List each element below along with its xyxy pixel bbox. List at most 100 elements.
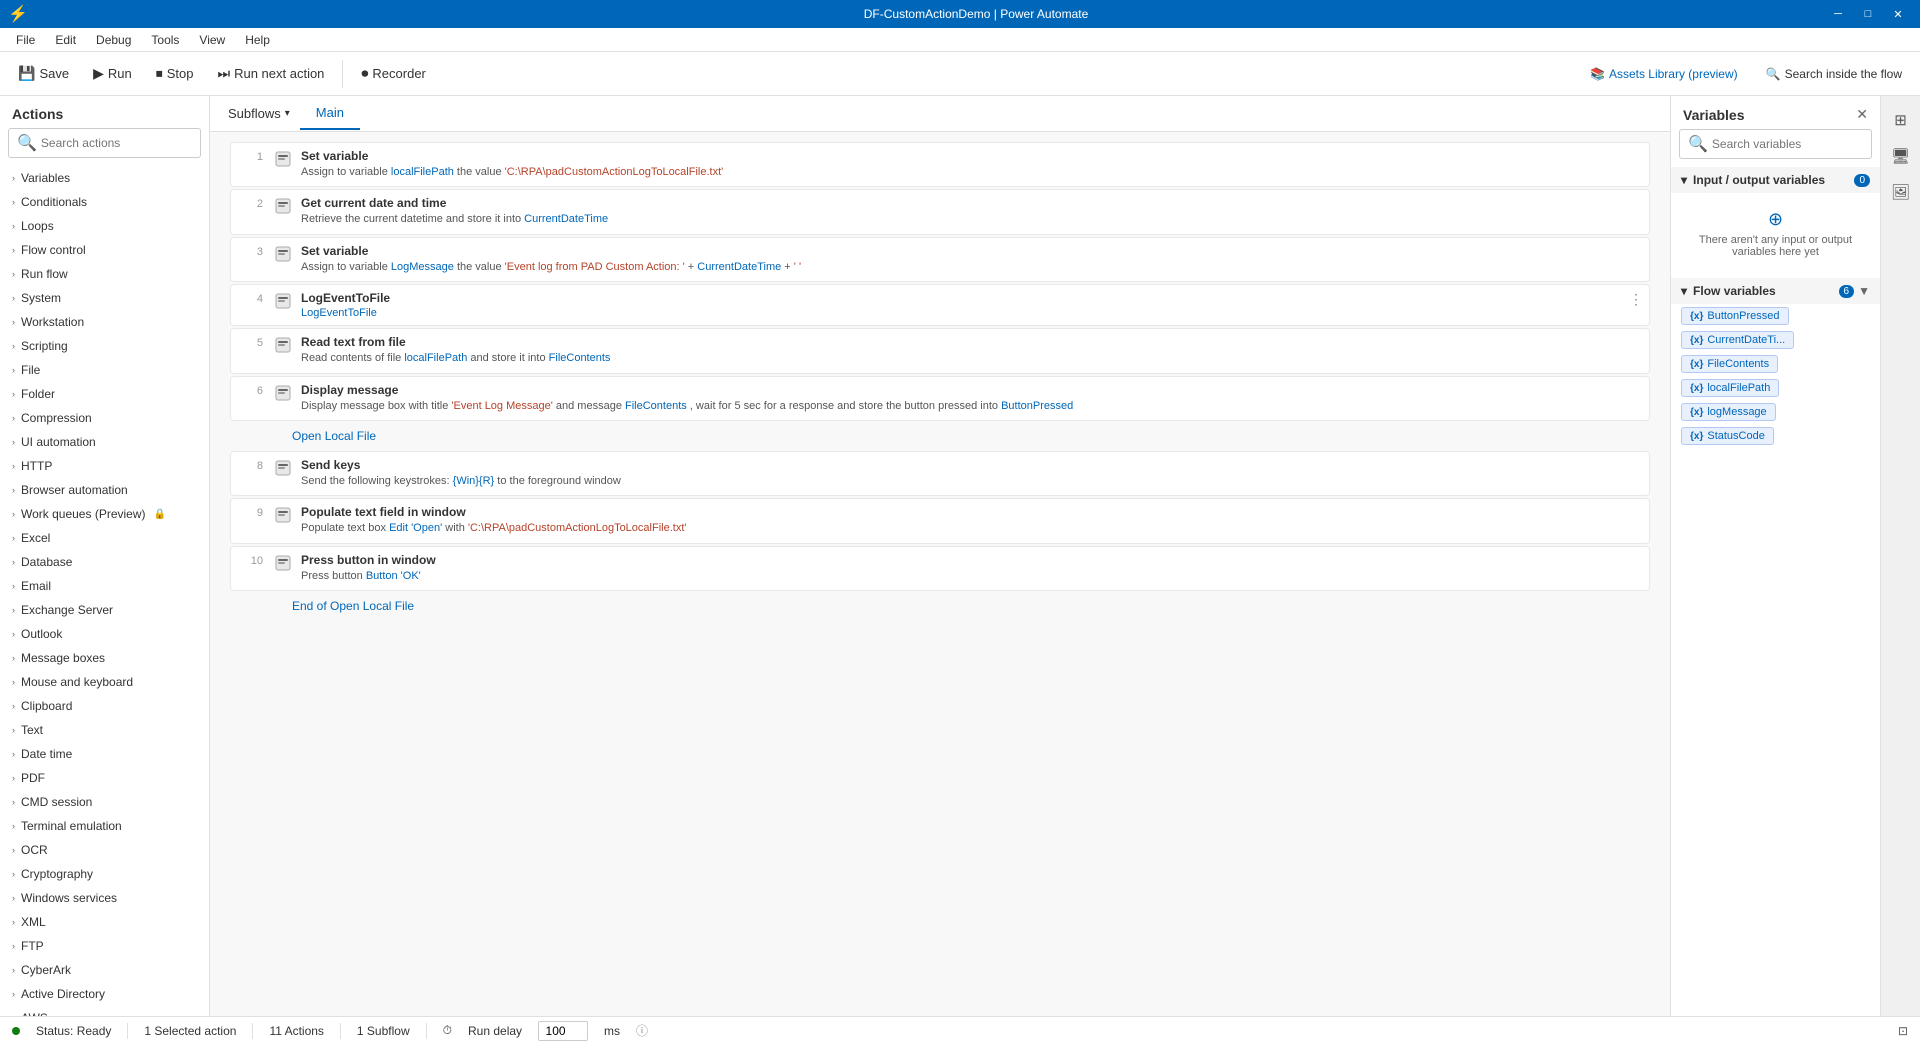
flow-action-row[interactable]: 3 Set variable Assign to variable LogMes…	[230, 237, 1650, 282]
flow-variable-item[interactable]: {x}CurrentDateTi...	[1681, 331, 1794, 349]
flow-action-row[interactable]: 6 Display message Display message box wi…	[230, 376, 1650, 421]
action-category-cryptography[interactable]: › Cryptography	[0, 862, 209, 886]
menu-file[interactable]: File	[8, 31, 43, 49]
assets-library-button[interactable]: 📚 Assets Library (preview)	[1580, 63, 1748, 85]
action-category-http[interactable]: › HTTP	[0, 454, 209, 478]
action-category-windows-services[interactable]: › Windows services	[0, 886, 209, 910]
action-category-loops[interactable]: › Loops	[0, 214, 209, 238]
menu-help[interactable]: Help	[237, 31, 278, 49]
category-label: Excel	[21, 531, 50, 545]
flow-action-row[interactable]: 8 Send keys Send the following keystroke…	[230, 451, 1650, 496]
maximize-button[interactable]: □	[1854, 0, 1882, 28]
category-label: Active Directory	[21, 987, 105, 1001]
actions-search-box[interactable]: 🔍	[8, 128, 201, 158]
category-label: Email	[21, 579, 51, 593]
search-variables-input[interactable]	[1712, 137, 1867, 151]
action-category-ftp[interactable]: › FTP	[0, 934, 209, 958]
close-button[interactable]: ✕	[1884, 0, 1912, 28]
flow-action-row[interactable]: 10 Press button in window Press button B…	[230, 546, 1650, 591]
run-next-button[interactable]: ⏭ Run next action	[207, 61, 334, 86]
category-label: OCR	[21, 843, 48, 857]
action-category-scripting[interactable]: › Scripting	[0, 334, 209, 358]
search-actions-input[interactable]	[41, 136, 196, 150]
action-title: Display message	[301, 383, 1641, 397]
variables-close-button[interactable]: ✕	[1856, 106, 1868, 123]
category-label: FTP	[21, 939, 44, 953]
action-category-conditionals[interactable]: › Conditionals	[0, 190, 209, 214]
chevron-right-icon: ›	[12, 821, 15, 831]
action-category-system[interactable]: › System	[0, 286, 209, 310]
action-category-workstation[interactable]: › Workstation	[0, 310, 209, 334]
search-flow-button[interactable]: 🔍 Search inside the flow	[1756, 63, 1912, 85]
menu-view[interactable]: View	[191, 31, 233, 49]
flow-action-row[interactable]: 2 Get current date and time Retrieve the…	[230, 189, 1650, 234]
recorder-button[interactable]: ⏺ Recorder	[351, 61, 435, 86]
variables-search-box[interactable]: 🔍	[1679, 129, 1872, 159]
category-label: UI automation	[21, 435, 96, 449]
action-category-ui-automation[interactable]: › UI automation	[0, 430, 209, 454]
category-label: Variables	[21, 171, 70, 185]
action-category-pdf[interactable]: › PDF	[0, 766, 209, 790]
action-category-browser-automation[interactable]: › Browser automation	[0, 478, 209, 502]
zoom-fit-icon[interactable]: ⊡	[1898, 1024, 1908, 1038]
action-title: Populate text field in window	[301, 505, 1641, 519]
flow-action-row[interactable]: 1 Set variable Assign to variable localF…	[230, 142, 1650, 187]
action-category-file[interactable]: › File	[0, 358, 209, 382]
action-category-text[interactable]: › Text	[0, 718, 209, 742]
action-category-mouse-and-keyboard[interactable]: › Mouse and keyboard	[0, 670, 209, 694]
flow-variables-label: Flow variables	[1693, 284, 1776, 298]
variables-panel-toggle[interactable]: ⊞	[1885, 104, 1917, 136]
flow-variable-item[interactable]: {x}ButtonPressed	[1681, 307, 1789, 325]
action-category-excel[interactable]: › Excel	[0, 526, 209, 550]
action-category-compression[interactable]: › Compression	[0, 406, 209, 430]
chevron-right-icon: ›	[12, 677, 15, 687]
action-category-database[interactable]: › Database	[0, 550, 209, 574]
flow-variable-item[interactable]: {x}logMessage	[1681, 403, 1776, 421]
menu-tools[interactable]: Tools	[143, 31, 187, 49]
chevron-right-icon: ›	[12, 341, 15, 351]
minimize-button[interactable]: ─	[1824, 0, 1852, 28]
images-button[interactable]: 🖼	[1885, 176, 1917, 208]
action-category-date-time[interactable]: › Date time	[0, 742, 209, 766]
flow-variables-header[interactable]: ▾ Flow variables 6 ▼	[1671, 278, 1880, 304]
action-category-message-boxes[interactable]: › Message boxes	[0, 646, 209, 670]
action-category-ocr[interactable]: › OCR	[0, 838, 209, 862]
flow-variable-item[interactable]: {x}localFilePath	[1681, 379, 1779, 397]
action-category-active-directory[interactable]: › Active Directory	[0, 982, 209, 1006]
action-category-terminal-emulation[interactable]: › Terminal emulation	[0, 814, 209, 838]
tab-main[interactable]: Main	[300, 97, 360, 130]
chevron-right-icon: ›	[12, 173, 15, 183]
action-category-run-flow[interactable]: › Run flow	[0, 262, 209, 286]
input-output-header[interactable]: ▾ Input / output variables 0	[1671, 167, 1880, 193]
action-more-button[interactable]: ⋮	[1629, 291, 1643, 308]
run-delay-help-icon[interactable]: ⓘ	[636, 1022, 648, 1039]
flow-action-row[interactable]: 4 LogEventToFile LogEventToFile ⋮	[230, 284, 1650, 326]
action-category-exchange-server[interactable]: › Exchange Server	[0, 598, 209, 622]
action-category-folder[interactable]: › Folder	[0, 382, 209, 406]
menu-edit[interactable]: Edit	[47, 31, 84, 49]
flow-variable-item[interactable]: {x}StatusCode	[1681, 427, 1774, 445]
action-category-outlook[interactable]: › Outlook	[0, 622, 209, 646]
action-category-flow-control[interactable]: › Flow control	[0, 238, 209, 262]
action-category-email[interactable]: › Email	[0, 574, 209, 598]
flow-label-7[interactable]: Open Local File	[230, 423, 1650, 449]
chevron-right-icon: ›	[12, 629, 15, 639]
menu-debug[interactable]: Debug	[88, 31, 139, 49]
run-button[interactable]: ▶ Run	[83, 61, 142, 86]
subflows-button[interactable]: Subflows ▾	[218, 102, 300, 125]
action-category-cyberark[interactable]: › CyberArk	[0, 958, 209, 982]
action-category-cmd-session[interactable]: › CMD session	[0, 790, 209, 814]
flow-action-row[interactable]: 5 Read text from file Read contents of f…	[230, 328, 1650, 373]
stop-button[interactable]: ⏹ Stop	[146, 61, 204, 86]
action-category-work-queues-(preview)[interactable]: › Work queues (Preview) 🔒	[0, 502, 209, 526]
run-delay-input[interactable]	[538, 1021, 588, 1041]
filter-icon[interactable]: ▼	[1858, 284, 1870, 298]
action-category-aws[interactable]: › AWS	[0, 1006, 209, 1016]
action-category-clipboard[interactable]: › Clipboard	[0, 694, 209, 718]
action-category-variables[interactable]: › Variables	[0, 166, 209, 190]
flow-variable-item[interactable]: {x}FileContents	[1681, 355, 1778, 373]
flow-action-row[interactable]: 9 Populate text field in window Populate…	[230, 498, 1650, 543]
action-category-xml[interactable]: › XML	[0, 910, 209, 934]
save-button[interactable]: 💾 Save	[8, 61, 79, 86]
ui-elements-button[interactable]: 🖥	[1885, 140, 1917, 172]
